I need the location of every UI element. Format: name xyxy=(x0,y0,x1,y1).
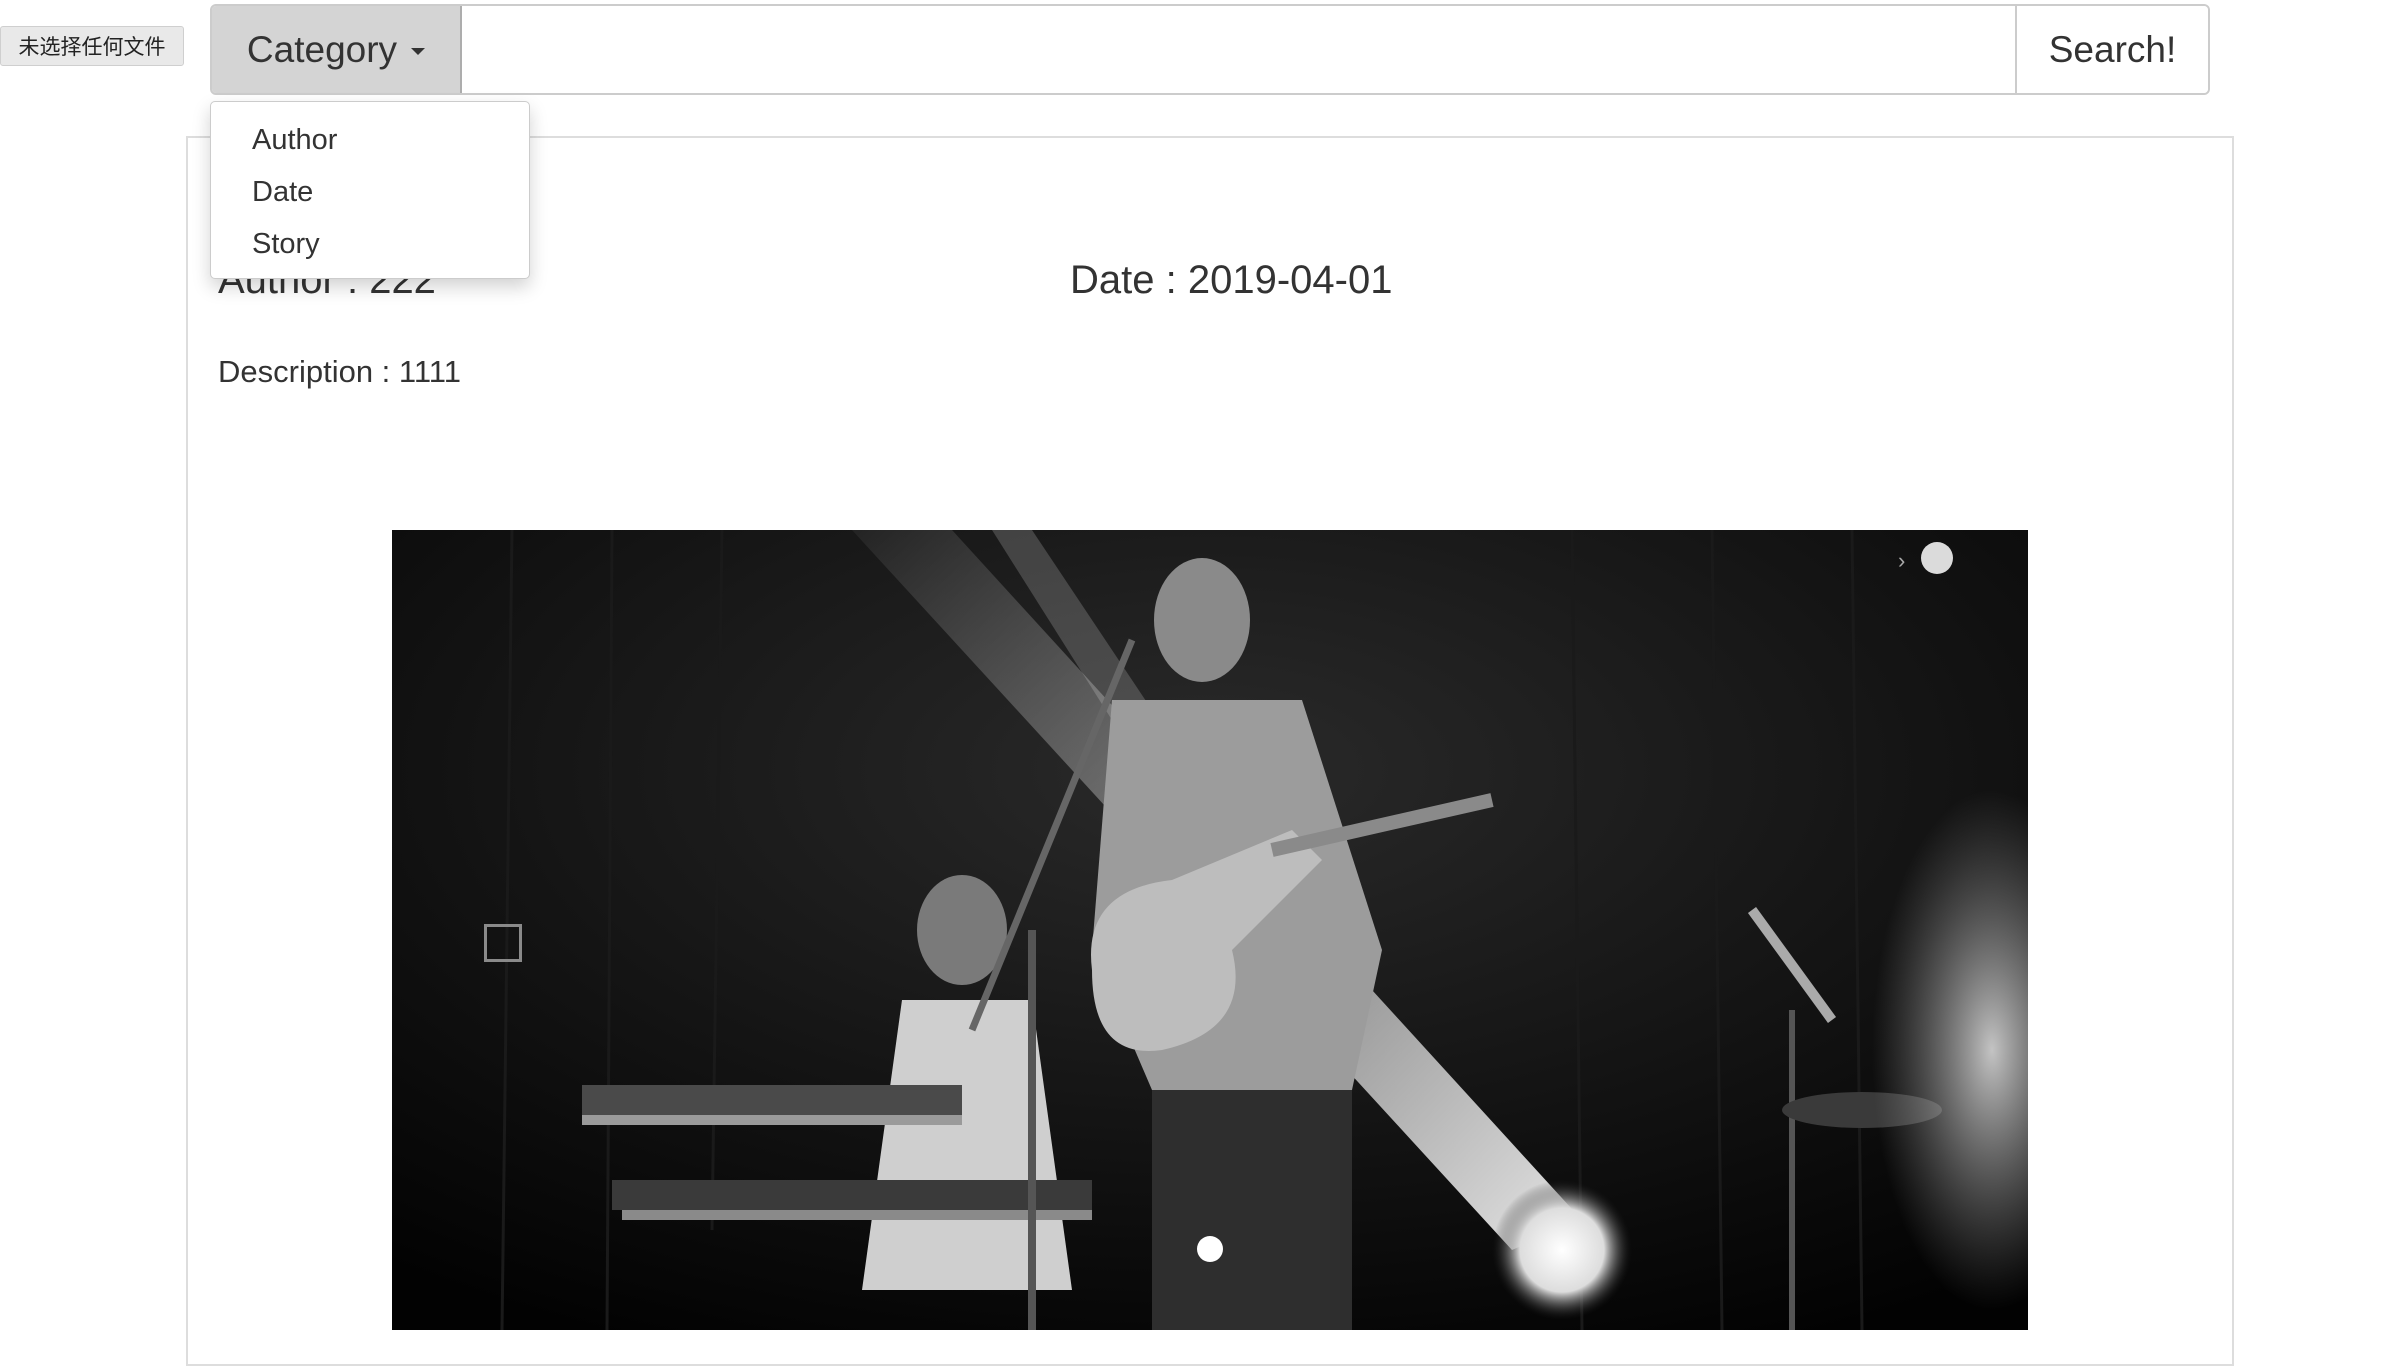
carousel-image[interactable] xyxy=(392,530,2028,1330)
dropdown-item-date[interactable]: Date xyxy=(211,166,529,218)
category-dropdown-menu: Author Date Story xyxy=(210,101,530,279)
concert-photo xyxy=(392,530,2028,1330)
search-button-label: Search! xyxy=(2048,28,2177,70)
dropdown-item-story[interactable]: Story xyxy=(211,218,529,270)
post-description: Description : 1111 xyxy=(218,354,461,389)
broken-image-icon xyxy=(484,924,522,962)
dropdown-item-author[interactable]: Author xyxy=(211,114,529,166)
carousel-indicator-dot[interactable] xyxy=(1197,1236,1223,1262)
category-label: Category xyxy=(246,28,398,70)
search-button[interactable]: Search! xyxy=(2015,6,2208,93)
post-date: Date : 2019-04-01 xyxy=(1070,258,1393,302)
caret-down-icon xyxy=(411,48,426,55)
search-group: Category Search! xyxy=(210,4,2210,95)
file-input-status[interactable]: 未选择任何文件 xyxy=(0,26,184,66)
category-dropdown-button[interactable]: Category xyxy=(212,6,462,93)
carousel-next-icon[interactable]: › xyxy=(1898,548,1905,574)
search-input[interactable] xyxy=(462,6,2015,93)
